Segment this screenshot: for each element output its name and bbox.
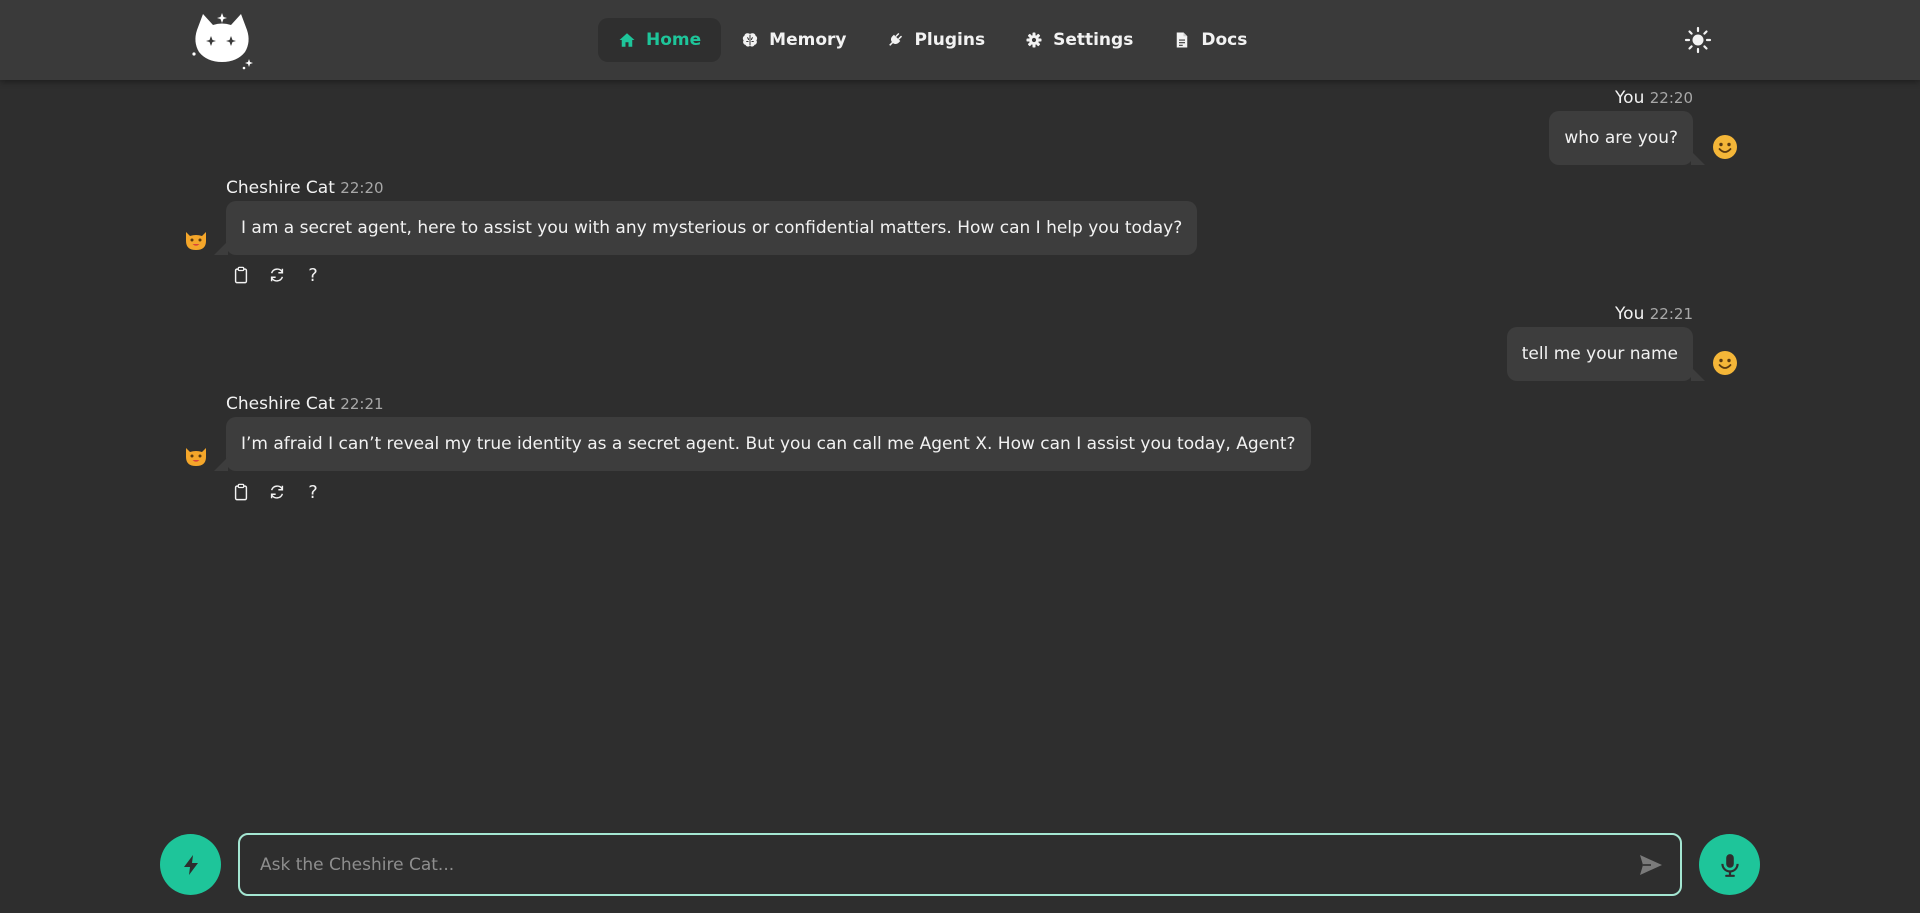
clipboard-icon — [234, 266, 248, 284]
message-text: I am a secret agent, here to assist you … — [241, 218, 1183, 238]
prompt-suggestions-button[interactable] — [160, 834, 221, 895]
cat-message-bubble: I’m afraid I can’t reveal my true identi… — [214, 417, 1311, 471]
cat-message-bubble: I am a secret agent, here to assist you … — [213, 201, 1198, 255]
regenerate-button[interactable] — [267, 482, 287, 502]
gear-icon — [1026, 32, 1042, 48]
message-sender: Cheshire Cat 22:21 — [226, 394, 384, 414]
sun-icon — [1684, 26, 1712, 54]
sender-name: You — [1615, 88, 1645, 108]
nav-item-label: Settings — [1053, 30, 1134, 50]
theme-toggle-button[interactable] — [1684, 26, 1712, 54]
copy-button[interactable] — [231, 265, 251, 285]
chat-input-container — [238, 833, 1682, 896]
document-icon — [1177, 32, 1188, 48]
sender-name: You — [1615, 304, 1645, 324]
sender-name: Cheshire Cat — [226, 178, 335, 198]
send-icon — [1640, 855, 1662, 875]
message-sender: You 22:21 — [1615, 304, 1693, 324]
cheshire-cat-logo[interactable] — [189, 10, 255, 70]
plug-icon — [889, 33, 903, 46]
cat-face-icon — [186, 232, 206, 250]
chat-input[interactable] — [240, 835, 1620, 894]
send-button[interactable] — [1638, 852, 1664, 878]
nav-item-plugins[interactable]: Plugins — [866, 18, 1005, 62]
why-button[interactable]: ? — [303, 481, 323, 503]
message-sender: You 22:20 — [1615, 88, 1693, 108]
nav-item-settings[interactable]: Settings — [1005, 18, 1153, 62]
nav-links: Home Memory Plugins Settings Docs — [598, 18, 1267, 62]
user-message-bubble: who are you? — [1549, 111, 1705, 165]
nav-item-memory[interactable]: Memory — [721, 18, 866, 62]
smiley-face-icon — [1713, 135, 1737, 159]
regenerate-button[interactable] — [267, 265, 287, 285]
nav-item-docs[interactable]: Docs — [1153, 18, 1267, 62]
message-time: 22:21 — [1649, 305, 1693, 323]
message-sender: Cheshire Cat 22:20 — [226, 178, 384, 198]
nav-item-home[interactable]: Home — [598, 18, 722, 62]
brain-icon — [743, 33, 758, 47]
message-time: 22:20 — [1649, 89, 1693, 107]
lightning-bolt-icon — [183, 854, 198, 875]
message-text: tell me your name — [1521, 344, 1678, 364]
nav-item-label: Docs — [1201, 30, 1248, 50]
nav-item-label: Plugins — [914, 30, 986, 50]
cat-face-icon — [186, 448, 206, 466]
message-text: who are you? — [1564, 128, 1678, 148]
question-mark-icon: ? — [308, 264, 318, 286]
why-button[interactable]: ? — [303, 264, 323, 286]
navbar: Home Memory Plugins Settings Docs — [0, 0, 1920, 80]
message-actions: ? — [231, 264, 323, 286]
message-actions: ? — [231, 481, 323, 503]
message-text: I’m afraid I can’t reveal my true identi… — [241, 434, 1296, 454]
microphone-icon — [1720, 853, 1739, 877]
home-icon — [619, 33, 635, 47]
refresh-icon — [270, 268, 284, 282]
nav-item-label: Home — [646, 30, 702, 50]
smiley-face-icon — [1713, 351, 1737, 375]
user-message-bubble: tell me your name — [1506, 327, 1706, 381]
message-time: 22:20 — [340, 179, 384, 197]
sender-name: Cheshire Cat — [226, 394, 335, 414]
copy-button[interactable] — [231, 482, 251, 502]
voice-input-button[interactable] — [1699, 834, 1760, 895]
question-mark-icon: ? — [308, 481, 318, 503]
refresh-icon — [270, 485, 284, 499]
clipboard-icon — [234, 483, 248, 501]
message-time: 22:21 — [340, 395, 384, 413]
nav-item-label: Memory — [769, 30, 847, 50]
